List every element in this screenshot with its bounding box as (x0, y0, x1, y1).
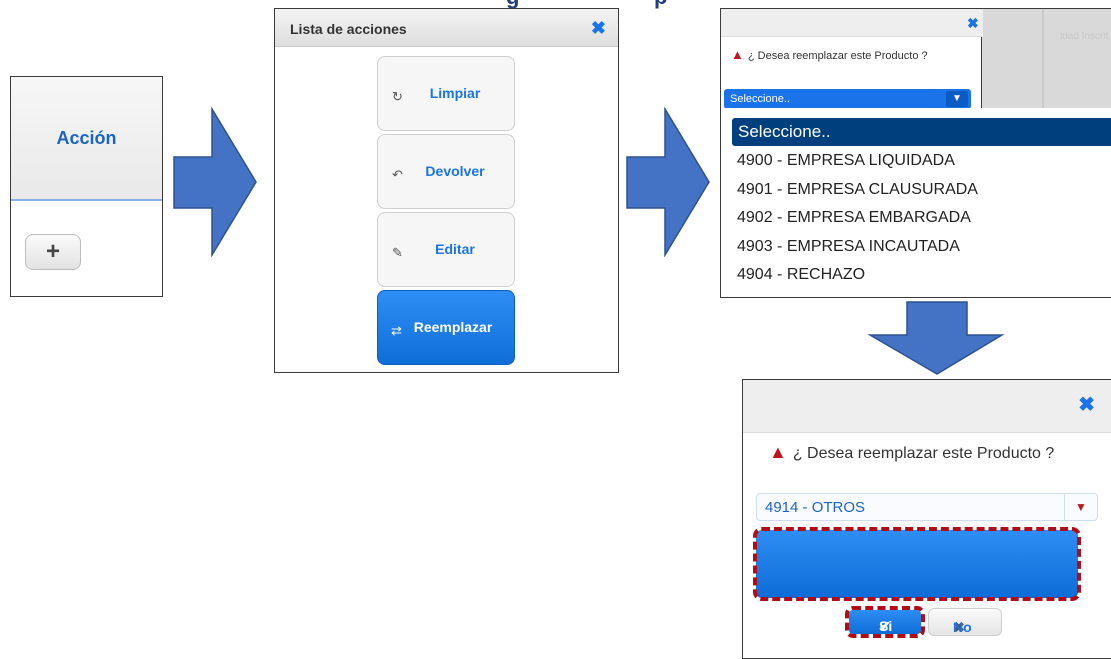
dropdown-option[interactable]: 4902 - EMPRESA EMBARGADA (737, 209, 971, 227)
devolver-button[interactable]: ↶ Devolver (377, 134, 515, 209)
devolver-label: Devolver (425, 163, 485, 179)
warning-icon: ▲ (769, 442, 787, 462)
select-value: 4914 - OTROS (765, 499, 866, 516)
chevron-down-icon: ▼ (946, 91, 968, 107)
action-list-dialog: Lista de acciones ✖ ↻ Limpiar ↶ Devolver… (274, 8, 619, 373)
reemplazar-button[interactable]: ⇄ Reemplazar (377, 290, 515, 365)
dropdown-option-selected[interactable]: Seleccione.. (732, 118, 1111, 146)
dropdown-option[interactable]: 4900 - EMPRESA LIQUIDADA (737, 152, 955, 170)
dialog-titlebar: ✖ (743, 380, 1111, 433)
replace-question: ▲ ¿ Desea reemplazar este Producto ? (731, 47, 928, 62)
flow-arrow-down (867, 301, 1005, 375)
replace-question: ▲ ¿ Desea reemplazar este Producto ? (769, 442, 1055, 462)
yes-button[interactable]: ✔ Si (845, 606, 925, 638)
flow-arrow-right-2 (626, 107, 710, 257)
reason-select[interactable]: Seleccione.. ▼ (724, 89, 971, 109)
select-value: Seleccione.. (730, 93, 790, 105)
close-icon[interactable]: ✖ (591, 18, 606, 39)
background-page: idad Inscrit (982, 8, 1111, 109)
background-text: idad Inscrit (1060, 31, 1109, 42)
chevron-down-icon: ▼ (1064, 494, 1097, 520)
accion-column-header: Acción (11, 77, 162, 201)
close-icon[interactable]: ✖ (967, 15, 979, 32)
close-icon[interactable]: ✖ (1078, 392, 1095, 417)
dialog-title: Lista de acciones (290, 21, 407, 37)
dialog-titlebar: Lista de acciones ✖ (275, 9, 618, 47)
replace-dialog-dropdown-open: idad Inscrit ✖ ▲ ¿ Desea reemplazar este … (720, 8, 1111, 298)
heading-fragment-right: p (654, 0, 667, 10)
plus-icon: + (45, 238, 60, 265)
reason-dropdown-list: Seleccione.. 4900 - EMPRESA LIQUIDADA 49… (720, 108, 1111, 298)
limpiar-button[interactable]: ↻ Limpiar (377, 56, 515, 131)
dropdown-option[interactable]: 4904 - RECHAZO (737, 266, 865, 284)
no-button[interactable]: ✖ No (928, 608, 1002, 636)
warning-icon: ▲ (731, 47, 744, 62)
editar-label: Editar (435, 241, 475, 257)
editar-button[interactable]: ✎ Editar (377, 212, 515, 287)
add-action-button[interactable]: + (25, 234, 81, 270)
accion-header-label: Acción (56, 128, 117, 148)
reemplazar-label: Reemplazar (413, 319, 493, 335)
dropdown-option[interactable]: 4903 - EMPRESA INCAUTADA (737, 238, 960, 256)
replace-confirm-dialog: ✖ ▲ ¿ Desea reemplazar este Producto ? 49… (742, 379, 1111, 659)
flow-arrow-right-1 (173, 107, 257, 257)
highlighted-action-area[interactable] (753, 527, 1081, 601)
accion-column-panel: Acción + (10, 76, 163, 297)
limpiar-label: Limpiar (429, 85, 481, 101)
dialog-titlebar (721, 9, 983, 37)
reason-select[interactable]: 4914 - OTROS ▼ (756, 493, 1098, 521)
dropdown-option[interactable]: 4901 - EMPRESA CLAUSURADA (737, 181, 978, 199)
